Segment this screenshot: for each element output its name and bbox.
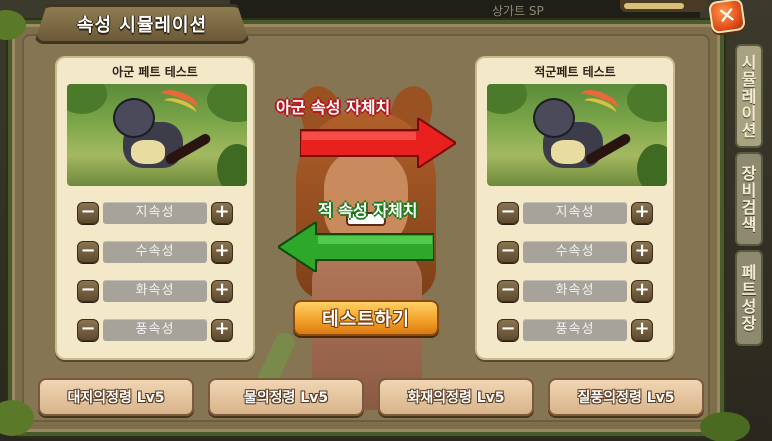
plus-button[interactable]: + — [631, 202, 653, 224]
minus-button[interactable]: − — [77, 280, 99, 302]
ally-pet-card: 아군 페트 테스트 − 지속성 + − 수속성 + − 화속성 + − 풍속성 … — [57, 58, 253, 358]
dialog-title-plate: 속성 시뮬레이션 — [34, 4, 250, 44]
enemy-arrow-label: 적 속성 자체치 — [318, 201, 418, 220]
attr-label: 풍속성 — [103, 319, 207, 341]
tiger-pet-icon — [113, 85, 213, 180]
enemy-card-title: 적군페트 테스트 — [534, 65, 616, 79]
wind-spirit-button[interactable]: 질풍의정령 Lv5 — [548, 378, 704, 416]
background-sp-label: 상가트 SP — [492, 4, 544, 18]
minus-button[interactable]: − — [497, 280, 519, 302]
tiger-pet-icon — [533, 85, 633, 180]
test-button[interactable]: 테스트하기 — [293, 300, 439, 336]
ally-attr-water: − 수속성 + — [77, 240, 233, 264]
fire-spirit-button[interactable]: 화재의정령 Lv5 — [378, 378, 534, 416]
attr-label: 화속성 — [523, 280, 627, 302]
enemy-attr-earth: − 지속성 + — [497, 201, 653, 225]
minus-button[interactable]: − — [497, 241, 519, 263]
background-bar — [620, 0, 706, 12]
plus-button[interactable]: + — [631, 280, 653, 302]
plus-button[interactable]: + — [211, 280, 233, 302]
ally-card-title: 아군 페트 테스트 — [112, 65, 198, 79]
minus-button[interactable]: − — [497, 202, 519, 224]
enemy-arrow-left-icon — [278, 222, 434, 272]
attr-label: 수속성 — [103, 241, 207, 263]
attr-label: 풍속성 — [523, 319, 627, 341]
dialog-title: 속성 시뮬레이션 — [76, 15, 208, 36]
minus-button[interactable]: − — [497, 319, 519, 341]
enemy-pet-image — [487, 84, 667, 186]
enemy-pet-card: 적군페트 테스트 − 지속성 + − 수속성 + − 화속성 + − 풍속성 + — [477, 58, 673, 358]
close-button[interactable]: ✕ — [707, 0, 747, 35]
earth-spirit-button[interactable]: 대지의정령 Lv5 — [38, 378, 194, 416]
ally-attr-wind: − 풍속성 + — [77, 318, 233, 342]
ally-pet-image — [67, 84, 247, 186]
enemy-attr-fire: − 화속성 + — [497, 279, 653, 303]
tab-simulation[interactable]: 시 뮬 레 이 션 — [735, 44, 763, 148]
enemy-attr-wind: − 풍속성 + — [497, 318, 653, 342]
attr-label: 화속성 — [103, 280, 207, 302]
water-spirit-button[interactable]: 물의정령 Lv5 — [208, 378, 364, 416]
attr-label: 지속성 — [103, 202, 207, 224]
minus-button[interactable]: − — [77, 202, 99, 224]
minus-button[interactable]: − — [77, 241, 99, 263]
plus-button[interactable]: + — [211, 202, 233, 224]
attr-label: 지속성 — [523, 202, 627, 224]
ally-arrow-label: 아군 속성 자체치 — [276, 98, 391, 117]
tab-pet-growth[interactable]: 페 트 성 장 — [735, 250, 763, 346]
x-icon: ✕ — [716, 2, 738, 30]
attr-label: 수속성 — [523, 241, 627, 263]
minus-button[interactable]: − — [77, 319, 99, 341]
leaf-decoration — [700, 412, 750, 441]
game-screen: 상가트 SP 속성 시뮬레이션 ✕ 시 뮬 레 이 션 장 비 검 색 페 트 … — [0, 0, 772, 441]
ally-attr-earth: − 지속성 + — [77, 201, 233, 225]
ally-arrow-right-icon — [300, 118, 456, 168]
enemy-attr-water: − 수속성 + — [497, 240, 653, 264]
plus-button[interactable]: + — [631, 241, 653, 263]
plus-button[interactable]: + — [211, 319, 233, 341]
plus-button[interactable]: + — [211, 241, 233, 263]
tab-equipment-search[interactable]: 장 비 검 색 — [735, 152, 763, 246]
ally-attr-fire: − 화속성 + — [77, 279, 233, 303]
plus-button[interactable]: + — [631, 319, 653, 341]
